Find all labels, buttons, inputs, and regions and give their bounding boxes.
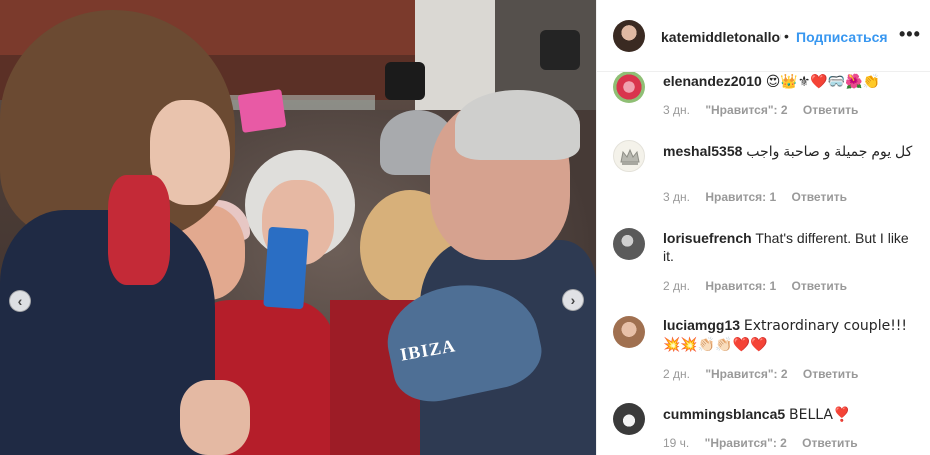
chevron-left-icon: ‹ <box>17 293 23 309</box>
comment-text: 😍👑⚜❤️🥽🌺👏 <box>765 74 881 90</box>
man-hair <box>455 90 580 160</box>
author-avatar[interactable] <box>613 20 645 52</box>
comment-text: كل يوم جميلة و صاحبة واجب <box>746 143 913 159</box>
red-scarf <box>108 175 170 285</box>
comment-meta: 2 дн. Нравится: 1 Ответить <box>663 279 859 293</box>
post-side-panel: katemiddletonallou • Подписаться ••• ele… <box>596 0 930 455</box>
comment-likes[interactable]: Нравится: 1 <box>705 279 776 293</box>
comment-time[interactable]: 2 дн. <box>663 367 690 381</box>
comment-likes[interactable]: "Нравится": 2 <box>705 436 787 450</box>
comment-time[interactable]: 2 дн. <box>663 279 690 293</box>
comment-username[interactable]: cummingsblanca5 <box>663 406 785 422</box>
reply-button[interactable]: Ответить <box>803 103 858 117</box>
comment-username[interactable]: elenandez2010 <box>663 73 762 89</box>
profile-avatar-icon[interactable] <box>613 403 645 435</box>
follow-button[interactable]: Подписаться <box>796 29 888 45</box>
reply-button[interactable]: Ответить <box>803 367 858 381</box>
hands <box>180 380 250 455</box>
post-header: katemiddletonallou • Подписаться ••• <box>597 0 930 72</box>
comment-time[interactable]: 3 дн. <box>663 190 690 204</box>
camera <box>385 62 425 100</box>
comment-meta: 3 дн. Нравится: 1 Ответить <box>663 190 859 204</box>
crown-avatar-icon[interactable] <box>613 140 645 172</box>
post-photo[interactable]: IBIZA ‹ › <box>0 0 596 455</box>
chevron-right-icon: › <box>570 292 576 308</box>
camera <box>540 30 580 70</box>
blue-phone <box>263 226 309 310</box>
profile-avatar-icon[interactable] <box>613 316 645 348</box>
comment-meta: 3 дн. "Нравится": 2 Ответить <box>663 103 870 117</box>
reply-button[interactable]: Ответить <box>802 436 857 450</box>
comment-time[interactable]: 3 дн. <box>663 103 690 117</box>
carousel-prev-button[interactable]: ‹ <box>9 290 31 312</box>
carousel-next-button[interactable]: › <box>562 289 584 311</box>
author-username[interactable]: katemiddletonallou <box>661 29 781 45</box>
comments-list[interactable]: elenandez2010 😍👑⚜❤️🥽🌺👏 3 дн. "Нравится":… <box>597 72 930 455</box>
sky <box>415 0 495 110</box>
reply-button[interactable]: Ответить <box>792 190 847 204</box>
comment-likes[interactable]: "Нравится": 2 <box>705 103 787 117</box>
more-options-icon[interactable]: ••• <box>899 24 921 45</box>
comment-time[interactable]: 19 ч. <box>663 436 689 450</box>
pink-phone <box>237 89 287 133</box>
comment-meta: 2 дн. "Нравится": 2 Ответить <box>663 367 870 381</box>
comment-text: BELLA❣️ <box>789 407 851 423</box>
comment-username[interactable]: luciamgg13 <box>663 317 740 333</box>
comment-likes[interactable]: Нравится: 1 <box>705 190 776 204</box>
crown-icon <box>620 148 640 165</box>
comment-username[interactable]: meshal5358 <box>663 143 742 159</box>
comment-likes[interactable]: "Нравится": 2 <box>705 367 787 381</box>
flower-avatar-icon[interactable] <box>613 72 645 103</box>
separator-dot: • <box>784 28 789 44</box>
profile-avatar-icon[interactable] <box>613 228 645 260</box>
comment-meta: 19 ч. "Нравится": 2 Ответить <box>663 436 870 450</box>
reply-button[interactable]: Ответить <box>792 279 847 293</box>
comment-username[interactable]: lorisuefrench <box>663 230 752 246</box>
